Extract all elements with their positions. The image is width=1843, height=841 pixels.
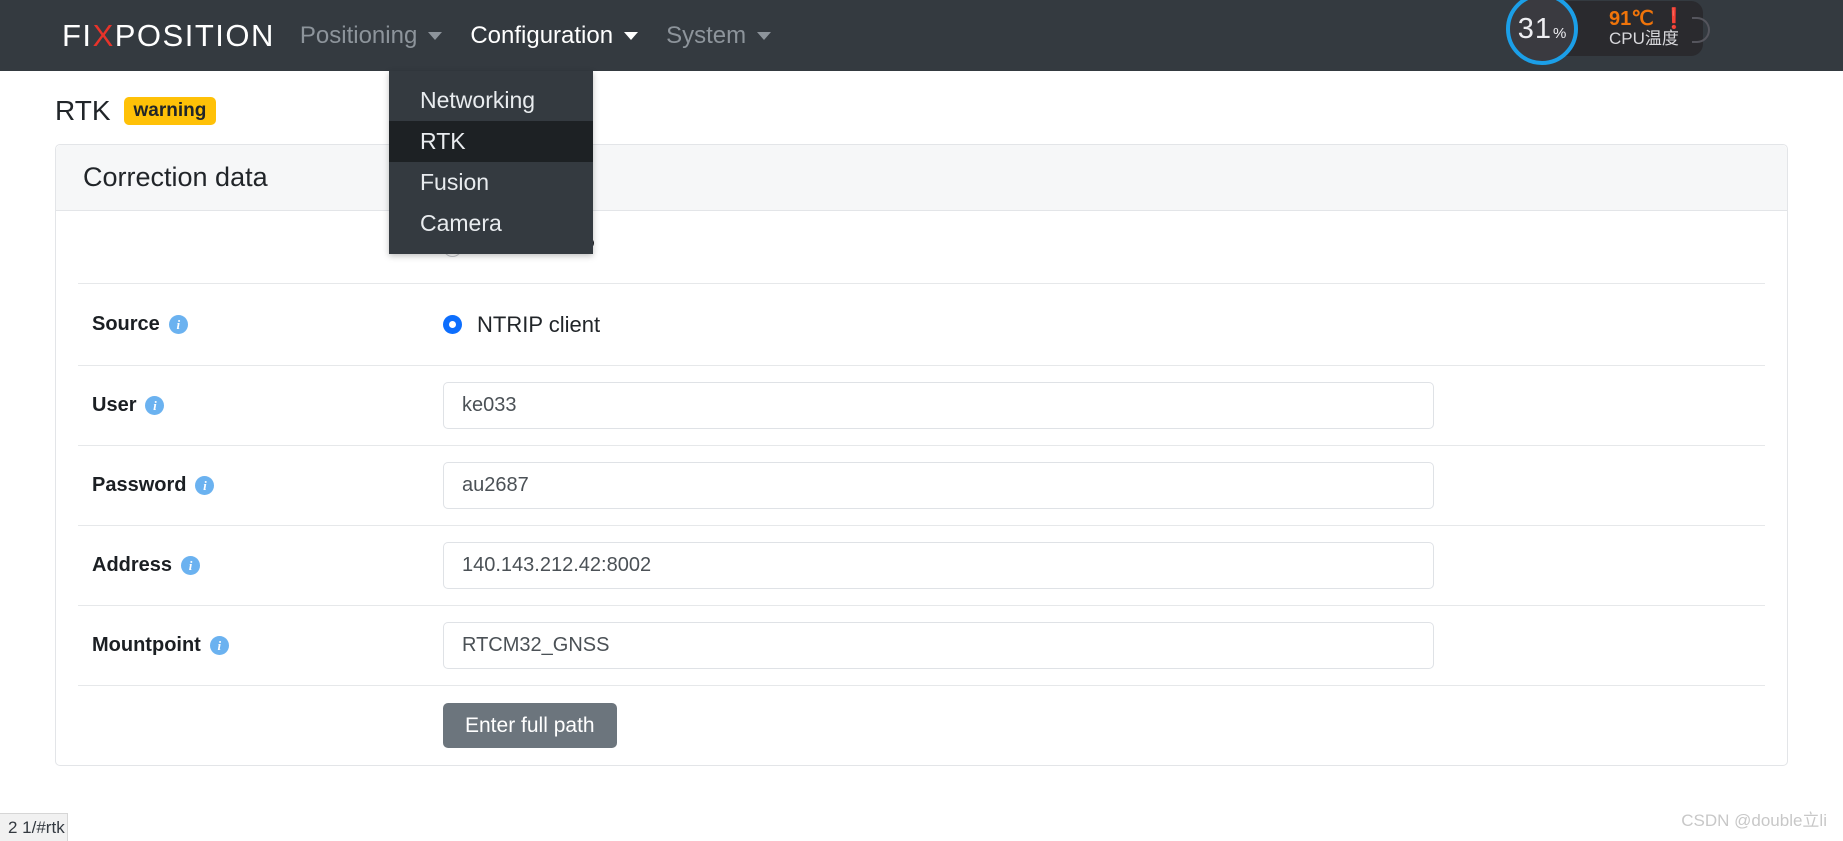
radio-icon-ntrip-client[interactable] [443, 315, 462, 334]
form-label-source: Source i [78, 313, 443, 336]
form-label-mountpoint: Mountpoint i [78, 634, 443, 657]
brand-text-x: X [92, 17, 115, 53]
page-title: RTK [55, 95, 111, 126]
address-input[interactable]: 140.143.212.42:8002 [443, 542, 1434, 589]
form-field-mountpoint: RTCM32_GNSS [443, 622, 1765, 669]
form-field-action: Enter full path [443, 703, 1765, 748]
dropdown-item-camera[interactable]: Camera [389, 203, 593, 244]
nav-items: Positioning Configuration System [286, 22, 785, 50]
cpu-widget-label: CPU温度 [1609, 28, 1679, 48]
watermark: CSDN @double立li [1681, 811, 1827, 830]
brand-text-pre: FI [62, 17, 93, 53]
browser-status-bar: 2 1/#rtk [0, 813, 68, 841]
form-row-password: Password i au2687 [78, 445, 1765, 525]
nav-item-system-label: System [666, 21, 747, 49]
dropdown-item-rtk[interactable]: RTK [389, 121, 593, 162]
info-icon[interactable]: i [181, 556, 201, 575]
brand-logo[interactable]: FI X POSITION [62, 18, 275, 54]
nav-item-positioning[interactable]: Positioning [286, 22, 456, 50]
form-field-user: ke033 [443, 382, 1765, 429]
cpu-usage-percent-symbol: % [1552, 24, 1567, 42]
page-content: RTK warning Correction data Serial / TCP [0, 71, 1843, 766]
form-label-user: User i [78, 394, 443, 417]
chevron-down-icon [624, 31, 639, 40]
form-row-address: Address i 140.143.212.42:8002 [78, 525, 1765, 605]
cpu-usage-value: 31 [1517, 12, 1552, 45]
form-field-source-serial: Serial / TCP [443, 234, 1765, 260]
radio-option-ntrip-client[interactable]: NTRIP client [443, 312, 600, 338]
form-label-address: Address i [78, 554, 443, 577]
page-header: RTK warning [55, 95, 1843, 127]
info-icon[interactable]: i [195, 476, 215, 495]
info-icon[interactable]: i [145, 396, 165, 415]
chevron-down-icon [757, 31, 772, 40]
card-body: Serial / TCP Source i NTRIP client [56, 211, 1787, 765]
nav-item-configuration[interactable]: Configuration [456, 22, 652, 50]
chevron-down-icon [428, 31, 443, 40]
form-field-source-ntrip: NTRIP client [443, 312, 1765, 338]
form-row-user: User i ke033 [78, 365, 1765, 445]
warning-exclamation-icon: ❗ [1661, 7, 1687, 30]
card-header: Correction data [56, 145, 1787, 211]
correction-data-card: Correction data Serial / TCP Source [55, 144, 1788, 766]
password-input[interactable]: au2687 [443, 462, 1434, 509]
form-label-address-text: Address [92, 554, 173, 576]
radio-label-ntrip-client: NTRIP client [477, 311, 601, 337]
dropdown-item-fusion[interactable]: Fusion [389, 162, 593, 203]
mountpoint-input[interactable]: RTCM32_GNSS [443, 622, 1434, 669]
brand-text-post: POSITION [114, 17, 275, 53]
cpu-temperature-value: 91℃ [1609, 7, 1654, 30]
form-label-mountpoint-text: Mountpoint [92, 634, 201, 656]
form-row-source-option-1: Serial / TCP [78, 211, 1765, 283]
app-root: FI X POSITION Positioning Configuration Sy… [0, 0, 1843, 841]
cpu-usage-value-wrap: 31 % [1518, 13, 1567, 46]
dropdown-item-networking[interactable]: Networking [389, 80, 593, 121]
configuration-dropdown-menu: Networking RTK Fusion Camera [389, 71, 593, 254]
form-label-password: Password i [78, 474, 443, 497]
nav-item-configuration-label: Configuration [470, 21, 614, 49]
user-input[interactable]: ke033 [443, 382, 1434, 429]
info-icon[interactable]: i [209, 636, 229, 655]
cpu-temperature-row: 91℃ ❗ [1609, 7, 1687, 30]
enter-full-path-button[interactable]: Enter full path [443, 703, 617, 748]
status-badge: warning [123, 97, 217, 125]
cpu-temperature-widget[interactable]: 91℃ ❗ CPU温度 31 % [1506, 0, 1710, 65]
form-row-mountpoint: Mountpoint i RTCM32_GNSS [78, 605, 1765, 685]
card-header-title: Correction data [83, 162, 268, 192]
form-row-action: Enter full path [78, 685, 1765, 765]
form-field-password: au2687 [443, 462, 1765, 509]
form-label-source-text: Source [92, 313, 160, 335]
nav-item-system[interactable]: System [652, 22, 785, 50]
form-label-user-text: User [92, 394, 137, 416]
form-row-source-option-2: Source i NTRIP client [78, 283, 1765, 365]
info-icon[interactable]: i [168, 315, 188, 334]
form-label-password-text: Password [92, 474, 187, 496]
nav-item-positioning-label: Positioning [299, 21, 418, 49]
form-field-address: 140.143.212.42:8002 [443, 542, 1765, 589]
